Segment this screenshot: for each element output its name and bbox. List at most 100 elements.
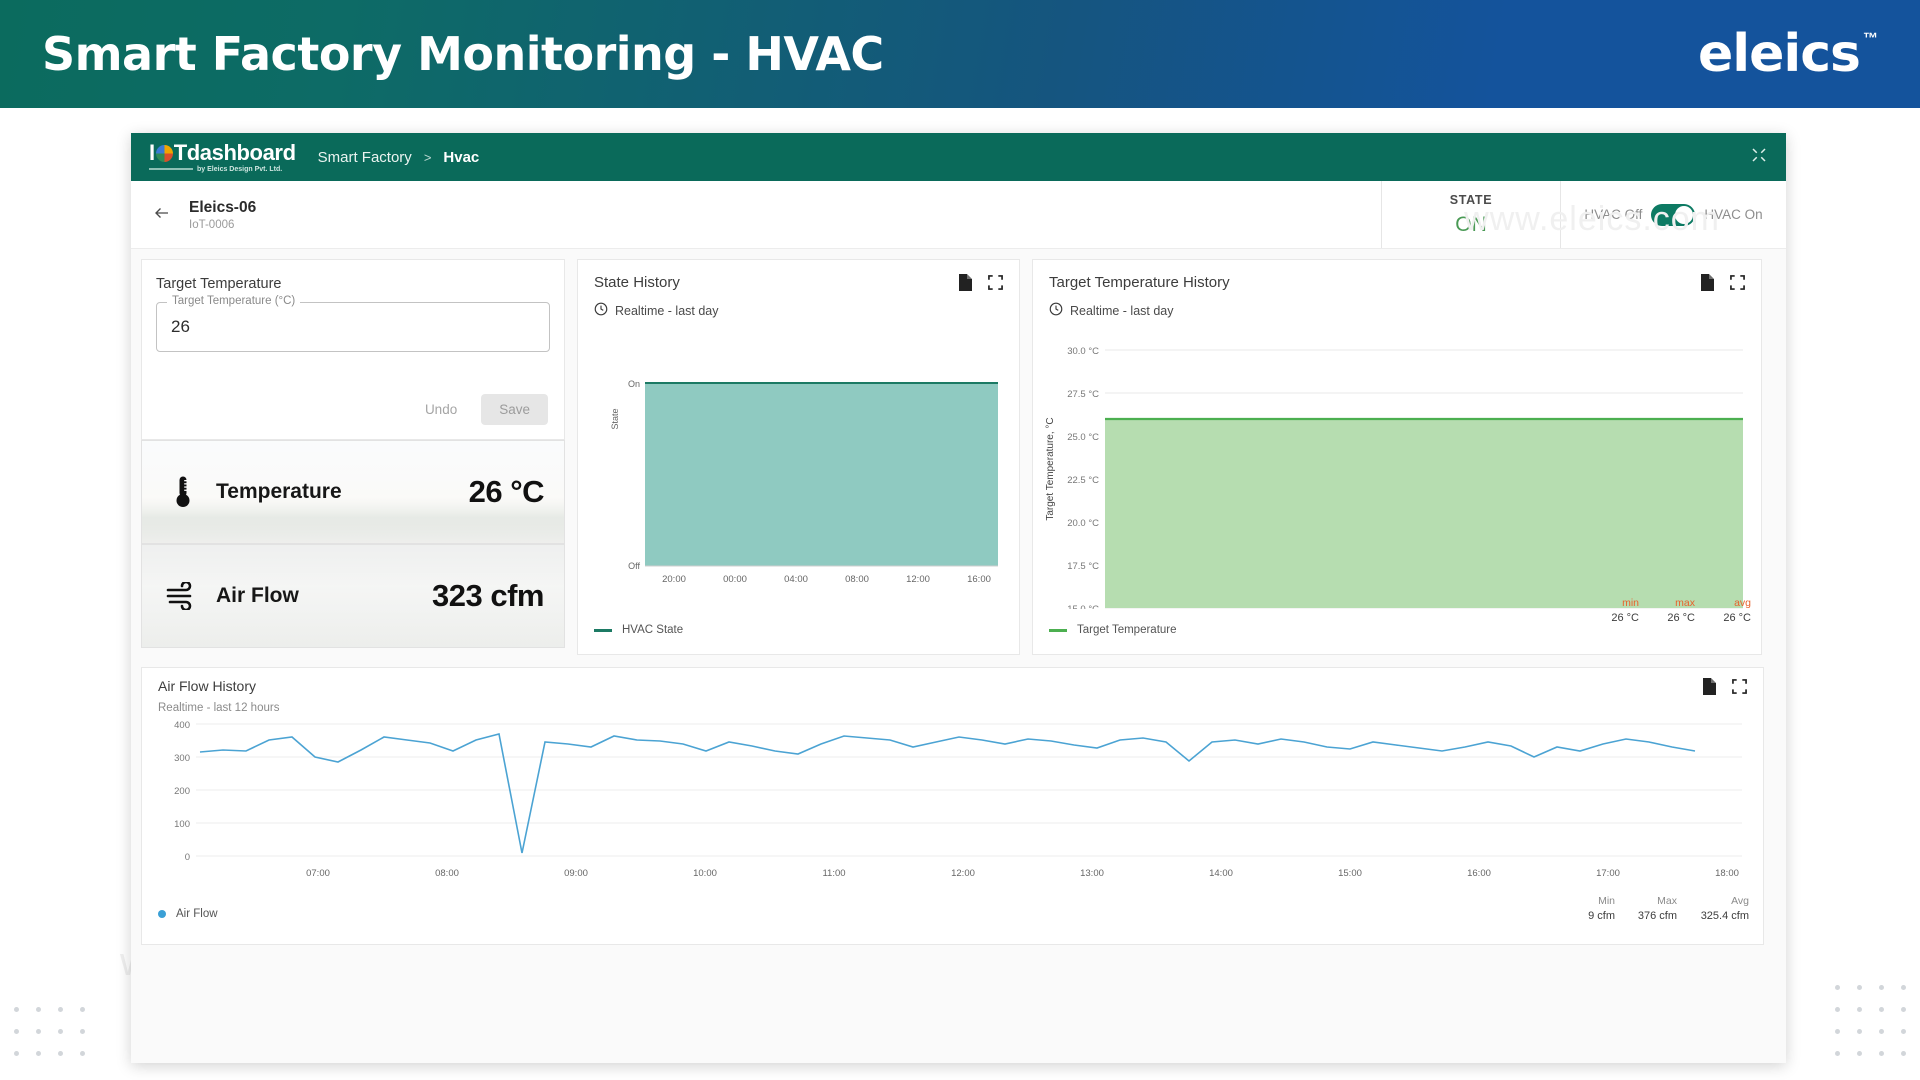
afh-xticks: 07:00 08:00 09:00 10:00 11:00 12:00 13:00 14… [306,868,1739,879]
temperature-metric-card[interactable]: Temperature 26 °C [141,440,565,544]
state-history-plot: State On Off 20:00 00:00 04:00 08:00 12:00… [610,379,998,585]
save-button[interactable]: Save [481,394,548,425]
dashboard-topbar: I Tdashboard by Eleics Design Pvt. Ltd. … [131,133,1786,181]
fullscreen-icon[interactable] [988,275,1003,295]
state-history-title: State History [594,274,680,291]
iot-dashboard-logo[interactable]: I Tdashboard by Eleics Design Pvt. Ltd. [149,139,296,173]
svg-text:11:00: 11:00 [822,868,845,879]
thermometer-icon [166,475,200,509]
svg-text:100: 100 [174,819,190,830]
tth-legend-swatch [1049,628,1067,632]
target-temperature-input-label: Target Temperature (°C) [167,295,301,307]
afh-stat-min: Min 9 cfm [1553,895,1615,922]
svg-text:20.0 °C: 20.0 °C [1067,518,1099,529]
svg-text:09:00: 09:00 [564,868,588,879]
logo-letter-i: I [149,139,155,165]
device-identity: Eleics-06 IoT-0006 [131,181,1381,248]
breadcrumb-current: Hvac [443,148,480,166]
file-export-icon[interactable] [958,274,972,296]
fullscreen-icon[interactable] [1732,679,1747,699]
svg-text:17:00: 17:00 [1596,868,1620,879]
breadcrumb: Smart Factory > Hvac [318,149,480,166]
breadcrumb-root[interactable]: Smart Factory [318,149,412,166]
svg-text:15.0 °C: 15.0 °C [1067,604,1099,609]
svg-text:200: 200 [174,786,190,797]
device-name: Eleics-06 [189,198,257,216]
tth-area [1105,419,1743,608]
hvac-toggle-switch[interactable] [1651,203,1696,226]
tth-title: Target Temperature History [1049,274,1230,291]
svg-text:13:00: 13:00 [1080,868,1104,879]
svg-text:04:00: 04:00 [784,574,808,585]
svg-text:27.5 °C: 27.5 °C [1067,389,1099,400]
target-temperature-title: Target Temperature [156,276,282,292]
svg-text:18:00: 18:00 [1715,868,1739,879]
target-temperature-input[interactable]: Target Temperature (°C) 26 [156,295,550,352]
afh-stat-max-header: Max [1657,895,1677,907]
back-arrow-icon[interactable] [151,204,173,226]
clock-icon [1049,302,1063,319]
airflow-metric-inner: Air Flow 323 cfm [142,578,564,614]
tth-legend-label: Target Temperature [1077,624,1177,636]
wind-icon [166,582,200,610]
state-history-ytick-on: On [628,379,640,389]
tth-subtitle: Realtime - last day [1033,296,1761,319]
afh-stat-max: Max 376 cfm [1615,895,1677,922]
temperature-metric-value: 26 °C [468,474,545,509]
fullscreen-icon[interactable] [1730,275,1745,295]
iot-dashboard-logo-subtitle: by Eleics Design Pvt. Ltd. [149,166,296,173]
afh-stat-min-value: 9 cfm [1588,910,1615,922]
tth-subtitle-text: Realtime - last day [1070,303,1174,318]
collapse-icon[interactable] [1750,146,1768,169]
svg-text:00:00: 00:00 [723,574,747,585]
svg-text:08:00: 08:00 [845,574,869,585]
state-history-ytick-off: Off [628,561,640,571]
file-export-icon[interactable] [1702,678,1716,700]
state-history-legend-swatch [594,628,612,632]
logo-text-rest: Tdashboard [173,139,296,165]
svg-text:08:00: 08:00 [435,868,459,879]
svg-text:400: 400 [174,720,190,731]
state-history-header: State History [578,260,1019,296]
afh-legend-label: Air Flow [176,908,218,920]
svg-text:15:00: 15:00 [1338,868,1362,879]
tth-plot: Target Temperature, °C 30.0 °C 27.5 °C 25… [1045,346,1743,627]
svg-text:16:00: 16:00 [1467,868,1491,879]
svg-text:0: 0 [185,852,190,863]
temperature-metric-name: Temperature [216,480,342,503]
airflow-metric-card[interactable]: Air Flow 323 cfm [141,544,565,648]
state-history-tools [958,274,1003,296]
tth-stat-avg: avg 26 °C [1695,597,1751,624]
afh-stat-min-header: Min [1598,895,1615,907]
dashboard-body: Target Temperature Target Temperature (°… [131,249,1786,957]
globe-icon [155,145,173,162]
afh-stat-avg: Avg 325.4 cfm [1677,895,1749,922]
afh-stats: Min 9 cfm Max 376 cfm Avg 325.4 cfm [1553,895,1749,922]
breadcrumb-separator: > [423,149,432,165]
undo-button[interactable]: Undo [415,396,467,423]
afh-line [199,733,1696,854]
iot-dashboard-logo-text: I Tdashboard [149,139,296,165]
tth-header: Target Temperature History [1033,260,1761,296]
state-history-legend: HVAC State [578,624,699,646]
tth-stat-min-header: min [1622,597,1639,609]
tth-ylabel: Target Temperature, °C [1045,417,1056,520]
logo-rule [149,168,193,170]
state-history-card: State History Realtime - last day State … [577,259,1020,655]
state-history-subtitle: Realtime - last day [578,296,1019,319]
afh-tools [1702,678,1747,700]
tth-stats: min 26 °C max 26 °C avg 26 °C [1583,597,1751,624]
brand-wordmark: eleics [1698,24,1861,84]
widgets-row-top: Target Temperature Target Temperature (°… [141,259,1776,655]
clock-icon [594,302,608,319]
left-column: Target Temperature Target Temperature (°… [141,259,565,648]
device-id: IoT-0006 [189,219,235,232]
tth-legend: Target Temperature [1033,624,1193,646]
svg-text:14:00: 14:00 [1209,868,1233,879]
state-history-area [645,383,998,566]
file-export-icon[interactable] [1700,274,1714,296]
afh-subtitle: Realtime - last 12 hours [158,702,280,714]
afh-stat-avg-header: Avg [1731,895,1749,907]
afh-legend-swatch [158,910,166,918]
svg-text:07:00: 07:00 [306,868,330,879]
